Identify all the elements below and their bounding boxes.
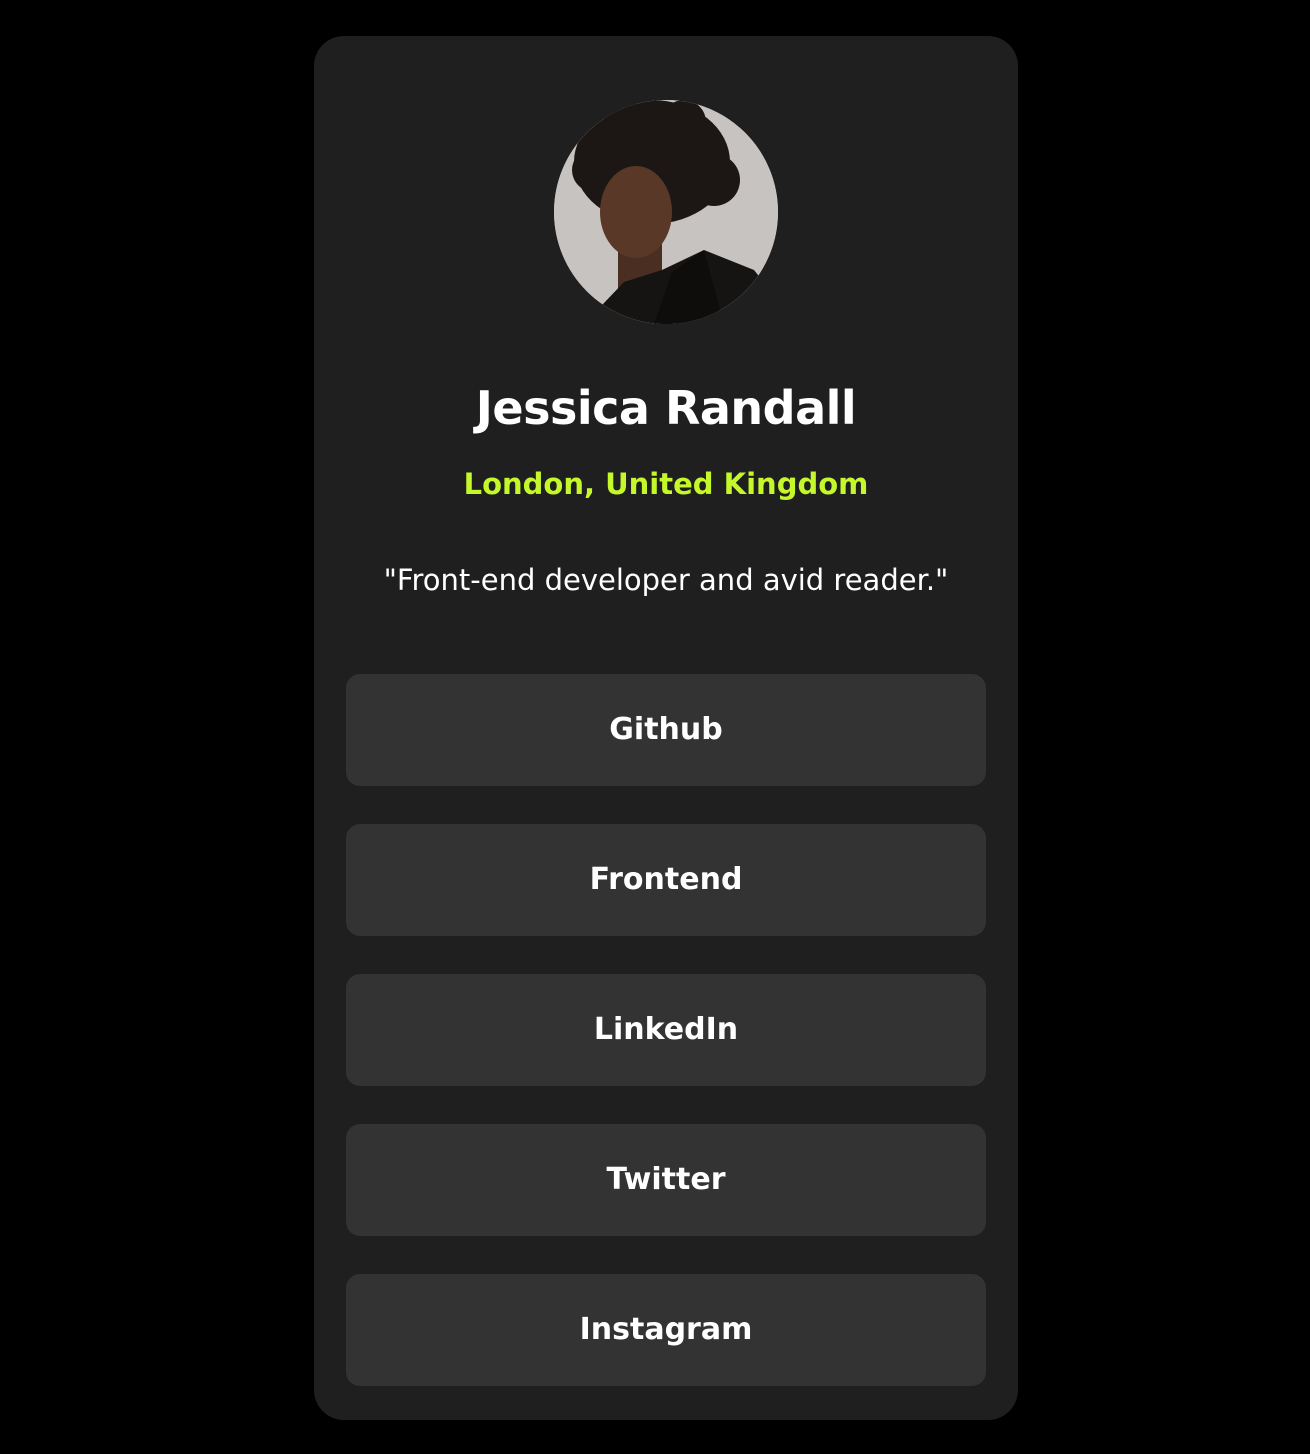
profile-bio: "Front-end developer and avid reader."	[383, 563, 949, 597]
github-link-button[interactable]: Github	[346, 674, 986, 786]
instagram-link-button[interactable]: Instagram	[346, 1274, 986, 1386]
avatar	[554, 100, 778, 324]
profile-name: Jessica Randall	[475, 381, 857, 435]
frontend-link-button[interactable]: Frontend	[346, 824, 986, 936]
avatar-photo	[554, 100, 778, 324]
profile-location: London, United Kingdom	[463, 467, 869, 501]
twitter-link-button[interactable]: Twitter	[346, 1124, 986, 1236]
profile-card: Jessica Randall London, United Kingdom "…	[314, 36, 1018, 1420]
linkedin-link-button[interactable]: LinkedIn	[346, 974, 986, 1086]
social-links: Github Frontend LinkedIn Twitter Instagr…	[346, 674, 986, 1424]
